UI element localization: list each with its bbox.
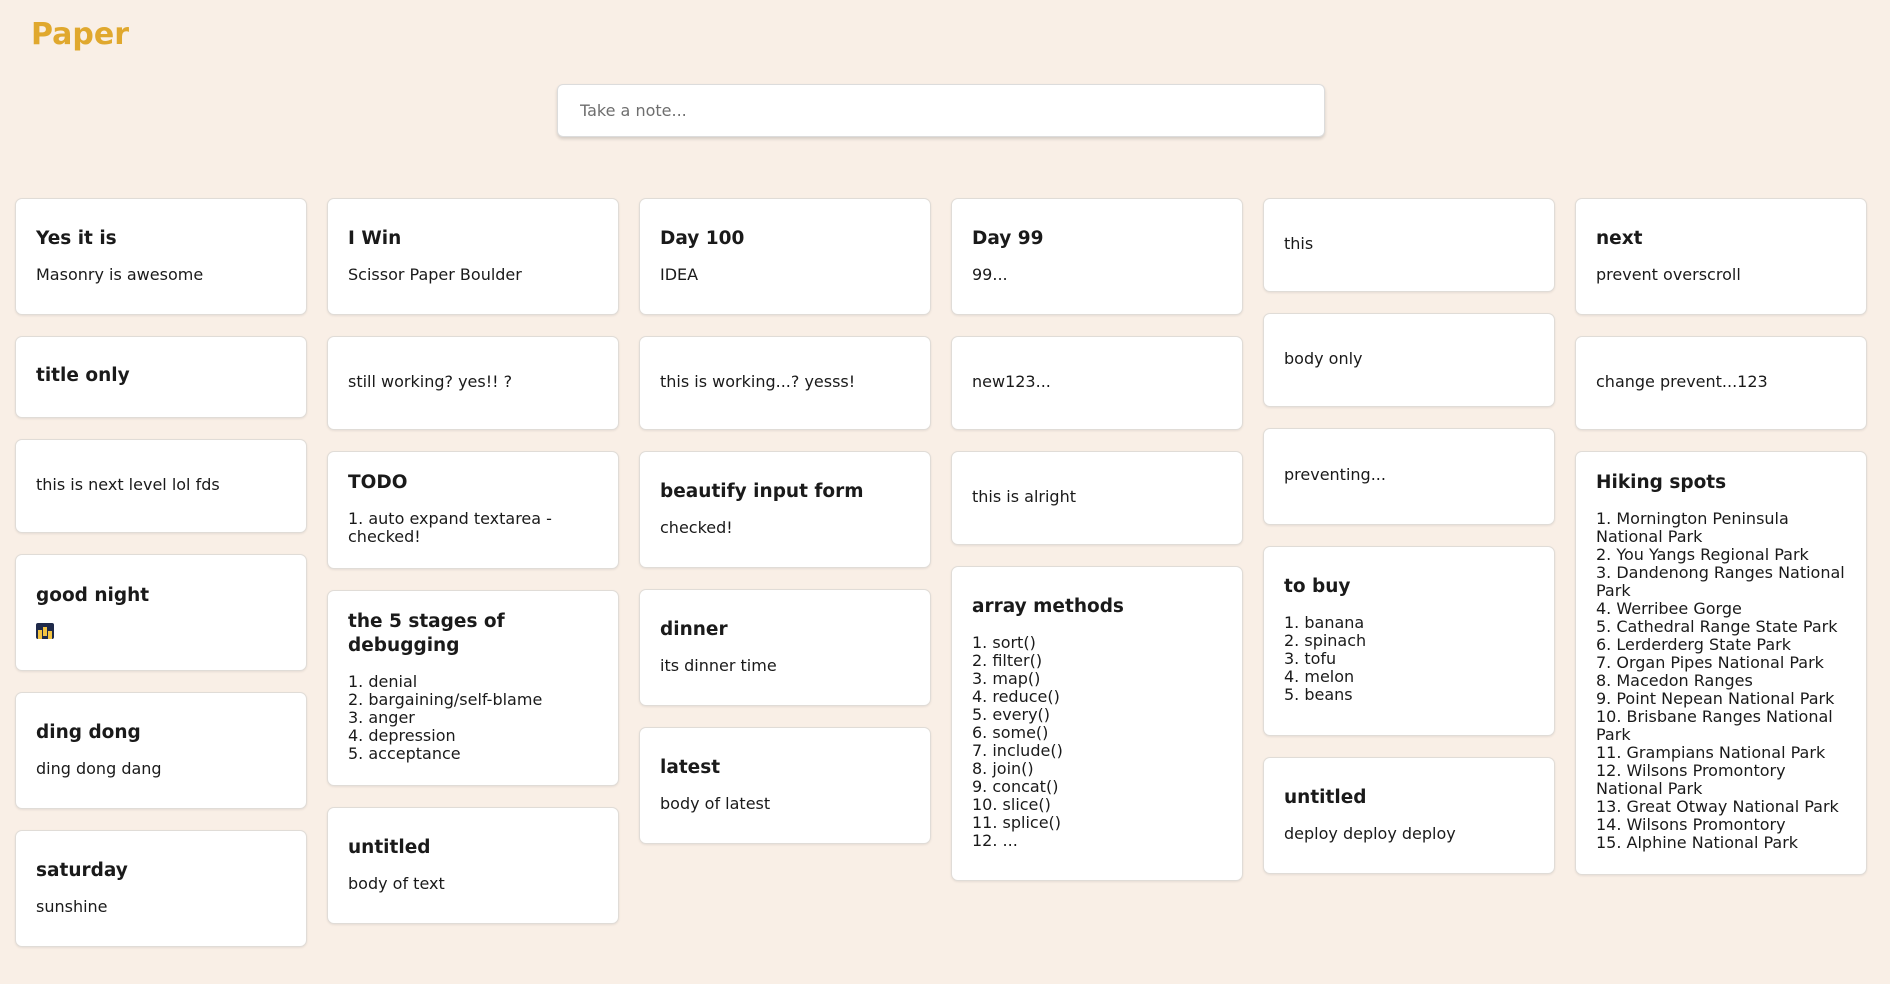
note-body: IDEA	[660, 264, 699, 284]
note-card[interactable]: beautify input form checked!	[639, 451, 931, 568]
note-title: Hiking spots	[1596, 472, 1727, 493]
note-title: array methods	[972, 595, 1124, 617]
notes-column: I Win Scissor Paper Boulder still working?…	[327, 198, 619, 945]
note-card[interactable]: Day 100 IDEA	[639, 198, 931, 315]
note-body: preventing...	[1284, 465, 1386, 484]
app-logo-title: Paper	[31, 17, 130, 52]
note-card[interactable]: array methods 1. sort() 2. filter() 3. ma…	[951, 566, 1243, 881]
note-card[interactable]: body only	[1263, 313, 1555, 407]
note-title: the 5 stages of debugging	[348, 611, 505, 656]
notes-column: Day 99 99... new123... this is alright array…	[951, 198, 1243, 902]
note-body: change prevent...123	[1596, 371, 1768, 391]
note-card[interactable]: dinner its dinner time	[639, 589, 931, 706]
note-card[interactable]: the 5 stages of debugging 1. denial 2. ba…	[327, 590, 619, 786]
note-body: 1. Mornington Peninsula National Park 2.…	[1596, 509, 1845, 852]
note-body: this is next level lol fds	[36, 474, 220, 494]
note-body: ding dong dang	[36, 758, 162, 778]
note-title: latest	[660, 756, 721, 778]
note-title: untitled	[1284, 786, 1367, 808]
note-title: ding dong	[36, 721, 141, 743]
notes-column: Yes it is Masonry is awesome title only thi…	[15, 198, 307, 968]
note-card[interactable]: TODO 1. auto expand textarea - checked!	[327, 451, 619, 569]
note-card[interactable]: title only	[15, 336, 307, 418]
note-body: body of text	[348, 873, 445, 893]
note-card[interactable]: Yes it is Masonry is awesome	[15, 198, 307, 315]
note-body: 1. denial 2. bargaining/self-blame 3. an…	[348, 672, 543, 763]
note-card[interactable]: untitled body of text	[327, 807, 619, 924]
note-body: 1. sort() 2. filter() 3. map() 4. reduce…	[972, 632, 1063, 850]
note-body: 1. auto expand textarea - checked!	[348, 509, 552, 546]
note-card[interactable]: this is working...? yesss!	[639, 336, 931, 430]
note-title: Day 99	[972, 227, 1044, 249]
note-title: to buy	[1284, 576, 1351, 597]
note-card[interactable]: saturday sunshine	[15, 830, 307, 947]
note-body: Masonry is awesome	[36, 264, 204, 284]
note-card[interactable]: I Win Scissor Paper Boulder	[327, 198, 619, 315]
note-title: good night	[36, 584, 150, 606]
note-card[interactable]: this	[1263, 198, 1555, 292]
note-title: I Win	[348, 227, 402, 249]
note-card[interactable]: this is alright	[951, 451, 1243, 545]
note-title: beautify input form	[660, 480, 864, 502]
note-card[interactable]: untitled deploy deploy deploy	[1263, 757, 1555, 874]
night-city-icon	[36, 622, 54, 639]
note-body: this is working...? yesss!	[660, 371, 856, 391]
note-title: TODO	[348, 472, 408, 493]
note-title: Yes it is	[36, 227, 117, 249]
note-body: this	[1284, 233, 1314, 253]
note-card[interactable]: new123...	[951, 336, 1243, 430]
note-card[interactable]: Day 99 99...	[951, 198, 1243, 315]
note-card[interactable]: next prevent overscroll	[1575, 198, 1867, 315]
note-title: saturday	[36, 859, 128, 881]
note-card[interactable]: good night	[15, 554, 307, 671]
note-card[interactable]: this is next level lol fds	[15, 439, 307, 533]
note-title: untitled	[348, 836, 431, 858]
note-body: still working? yes!! ?	[348, 371, 513, 391]
note-title: next	[1596, 227, 1643, 249]
note-card[interactable]: change prevent...123	[1575, 336, 1867, 430]
note-body: 1. banana 2. spinach 3. tofu 4. melon 5.…	[1284, 613, 1367, 704]
take-note-input[interactable]	[557, 84, 1325, 137]
note-body: prevent overscroll	[1596, 264, 1741, 284]
note-body: body only	[1284, 348, 1363, 368]
note-body: 99...	[972, 264, 1008, 284]
note-card[interactable]: latest body of latest	[639, 727, 931, 844]
note-body: this is alright	[972, 486, 1076, 506]
note-body: sunshine	[36, 896, 108, 916]
note-body: new123...	[972, 371, 1051, 391]
note-card[interactable]: still working? yes!! ?	[327, 336, 619, 430]
note-body: its dinner time	[660, 655, 777, 675]
note-body: deploy deploy deploy	[1284, 823, 1456, 843]
note-body: Scissor Paper Boulder	[348, 264, 522, 284]
note-card[interactable]: preventing...	[1263, 428, 1555, 525]
note-card[interactable]: ding dong ding dong dang	[15, 692, 307, 809]
note-title: Day 100	[660, 227, 745, 249]
note-card[interactable]: Hiking spots 1. Mornington Peninsula Nati…	[1575, 451, 1867, 875]
note-card[interactable]: to buy 1. banana 2. spinach 3. tofu 4. me…	[1263, 546, 1555, 736]
notes-column: this body only preventing... to buy 1. banan…	[1263, 198, 1555, 895]
note-body: body of latest	[660, 793, 771, 813]
note-title: title only	[36, 364, 130, 386]
note-body: checked!	[660, 517, 733, 537]
note-title: dinner	[660, 618, 728, 640]
notes-column: Day 100 IDEA this is working...? yesss! bea…	[639, 198, 931, 865]
notes-column: next prevent overscroll change prevent...1…	[1575, 198, 1867, 896]
